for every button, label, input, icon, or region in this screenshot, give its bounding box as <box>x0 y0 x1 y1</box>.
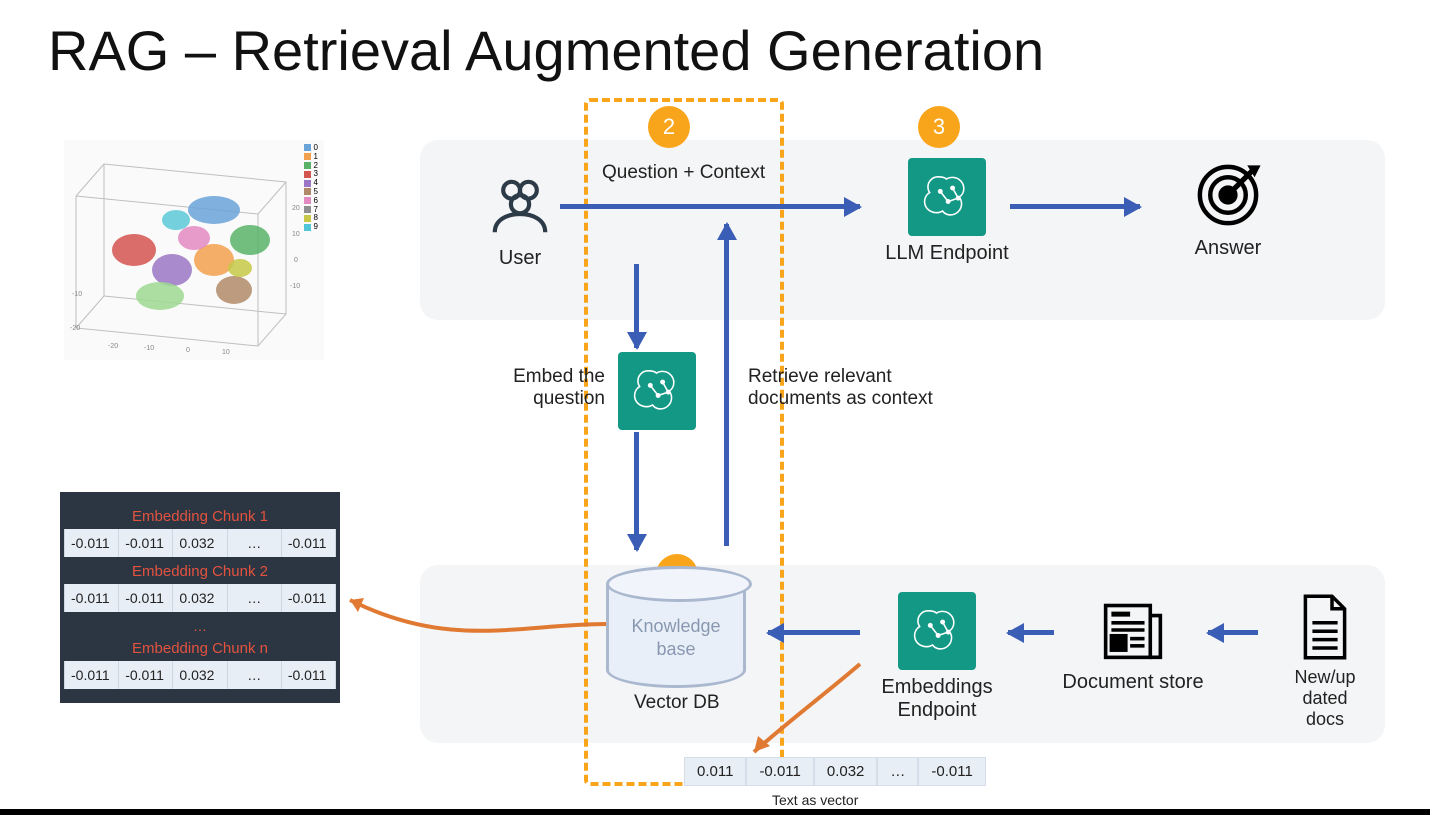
embed-question-node <box>612 352 702 436</box>
arrow-embed-to-kb <box>768 630 860 635</box>
chunk-row: -0.011 -0.011 0.032 … -0.011 <box>64 661 336 689</box>
vec-cell: -0.011 <box>918 757 985 786</box>
vec-cell: -0.011 <box>746 757 813 786</box>
chunk-cell: -0.011 <box>64 661 119 689</box>
user-node: User <box>470 172 570 270</box>
vector-strip: 0.011 -0.011 0.032 … -0.011 <box>684 757 986 786</box>
arrow-down-embed <box>634 264 639 348</box>
file-icon <box>1297 592 1353 662</box>
bottom-border <box>0 809 1430 815</box>
arrow-down-to-kb <box>634 432 639 550</box>
svg-text:10: 10 <box>222 349 230 356</box>
answer-label: Answer <box>1168 237 1288 260</box>
chunk-cell: -0.011 <box>119 529 173 557</box>
chunk-title-1: Embedding Chunk 1 <box>64 508 336 525</box>
users-icon <box>485 172 555 242</box>
chunk-cell: … <box>228 529 282 557</box>
document-store-label: Document store <box>1058 671 1208 694</box>
chunk-cell: 0.032 <box>173 584 227 612</box>
chunk-cell: -0.011 <box>282 529 336 557</box>
svg-text:-20: -20 <box>108 343 118 350</box>
chunk-cell: -0.011 <box>119 584 173 612</box>
svg-text:20: 20 <box>292 205 300 212</box>
arrow-user-to-llm <box>560 204 860 209</box>
question-context-label: Question + Context <box>602 162 765 184</box>
arrow-store-to-embed <box>1008 630 1054 635</box>
vec-cell: … <box>877 757 918 786</box>
chunk-cell: -0.011 <box>64 529 119 557</box>
answer-node: Answer <box>1168 158 1288 260</box>
target-icon <box>1191 158 1265 232</box>
user-label: User <box>470 247 570 270</box>
page-title: RAG – Retrieval Augmented Generation <box>48 18 1044 83</box>
vec-cell: 0.011 <box>684 757 746 786</box>
newspaper-icon <box>1097 594 1169 666</box>
vec-cell: 0.032 <box>814 757 878 786</box>
scatter-3d-plot: 20 10 0 -10 -20 -10 0 10 -20 -10 0123456789 <box>64 140 324 360</box>
brain-icon <box>618 352 696 430</box>
brain-icon <box>898 592 976 670</box>
chunk-row: -0.011 -0.011 0.032 … -0.011 <box>64 584 336 612</box>
chunk-cell: 0.032 <box>173 661 227 689</box>
arrow-embed-to-vector <box>740 660 900 770</box>
embedding-chunks-panel: Embedding Chunk 1 -0.011 -0.011 0.032 … … <box>60 492 340 703</box>
chunk-ellipsis: … <box>64 618 336 634</box>
kb-label: Knowledge base <box>609 615 743 660</box>
svg-text:-10: -10 <box>144 345 154 352</box>
svg-text:0: 0 <box>294 257 298 264</box>
step-badge-3: 3 <box>918 106 960 148</box>
embed-question-label: Embed the question <box>500 366 605 410</box>
chunk-cell: -0.011 <box>64 584 119 612</box>
chunk-title-n: Embedding Chunk n <box>64 640 336 657</box>
chunk-row: -0.011 -0.011 0.032 … -0.011 <box>64 529 336 557</box>
chunk-cell: -0.011 <box>282 584 336 612</box>
chunk-cell: -0.011 <box>282 661 336 689</box>
knowledge-base-cylinder: Knowledge base <box>606 566 746 688</box>
llm-endpoint-node: LLM Endpoint <box>882 158 1012 265</box>
step-badge-2: 2 <box>648 106 690 148</box>
arrow-llm-to-answer <box>1010 204 1140 209</box>
chunk-cell: … <box>228 584 282 612</box>
retrieve-label: Retrieve relevant documents as context <box>748 366 933 410</box>
arrow-kb-to-chunks <box>320 560 620 680</box>
chunk-cell: -0.011 <box>119 661 173 689</box>
svg-text:10: 10 <box>292 231 300 238</box>
svg-text:-10: -10 <box>290 283 300 290</box>
llm-endpoint-label: LLM Endpoint <box>882 242 1012 265</box>
scatter-legend: 0123456789 <box>304 144 318 232</box>
chunk-title-2: Embedding Chunk 2 <box>64 563 336 580</box>
arrow-up-retrieve <box>724 224 729 546</box>
svg-text:-10: -10 <box>72 291 82 298</box>
chunk-cell: … <box>228 661 282 689</box>
new-docs-node: New/up dated docs <box>1270 592 1380 730</box>
arrow-newdocs-to-store <box>1208 630 1258 635</box>
svg-text:0: 0 <box>186 347 190 354</box>
document-store-node: Document store <box>1058 594 1208 694</box>
vector-strip-caption: Text as vector <box>772 792 858 808</box>
chunk-cell: 0.032 <box>173 529 227 557</box>
vectordb-label: Vector DB <box>634 692 720 714</box>
new-docs-label: New/up dated docs <box>1270 667 1380 730</box>
brain-icon <box>908 158 986 236</box>
svg-text:-20: -20 <box>70 325 80 332</box>
